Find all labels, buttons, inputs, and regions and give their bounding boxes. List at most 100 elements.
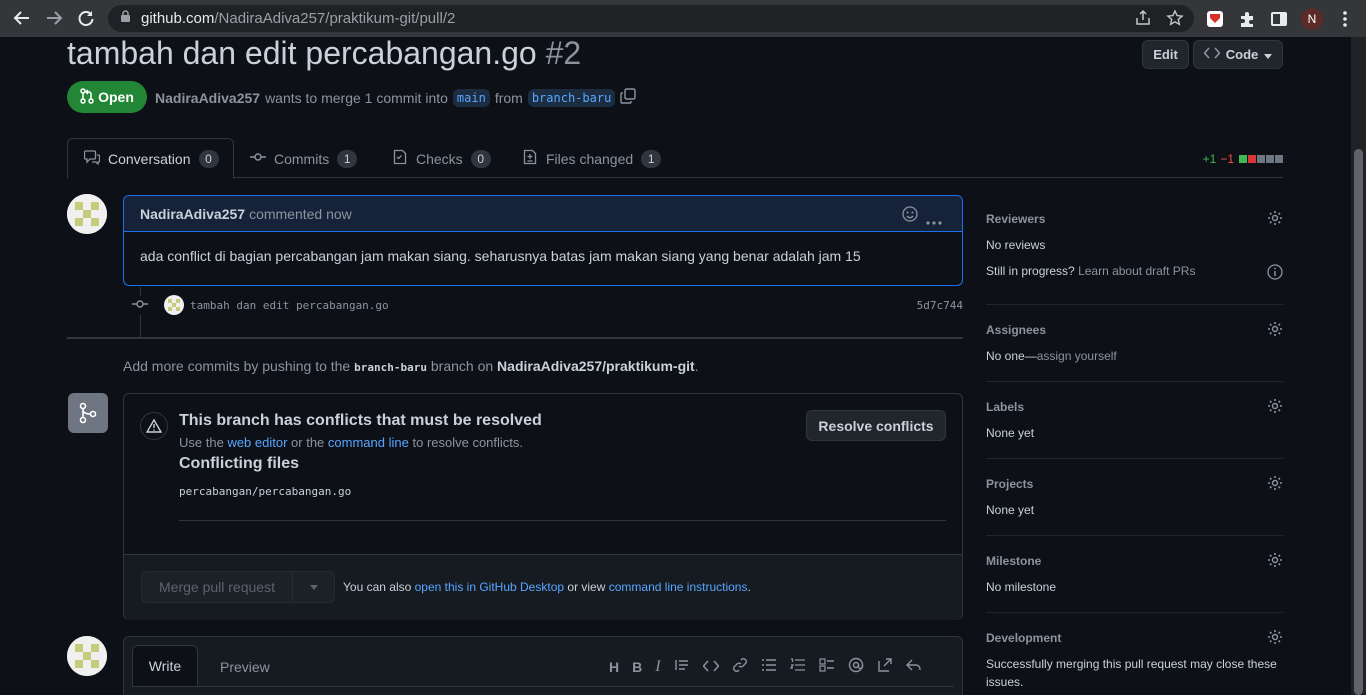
preview-tab[interactable]: Preview	[220, 659, 270, 675]
reply-icon[interactable]	[905, 658, 922, 675]
commit-sha[interactable]: 5d7c744	[917, 299, 963, 312]
pr-merge-text: wants to merge 1 commit into	[265, 89, 448, 106]
current-user-avatar[interactable]	[67, 636, 107, 676]
pr-state-badge: Open	[67, 81, 147, 113]
gear-icon[interactable]	[1267, 475, 1283, 496]
extensions-puzzle-icon[interactable]	[1235, 7, 1259, 31]
github-pr-page: tambah dan edit percabangan.go #2 Edit C…	[0, 37, 1351, 695]
merge-alternatives: You can also open this in GitHub Desktop…	[343, 580, 751, 594]
page-scrollbar[interactable]	[1351, 37, 1366, 695]
comment-header: NadiraAdiva257 commented now	[124, 196, 962, 232]
comment-composer: Write Preview H B I	[123, 636, 963, 695]
labels-value: None yet	[986, 426, 1035, 440]
merge-box: This branch has conflicts that must be r…	[123, 393, 963, 620]
url-path: /NadiraAdiva257/praktikum-git/pull/2	[214, 10, 456, 27]
pr-author-link[interactable]: NadiraAdiva257	[155, 90, 260, 106]
comment-author[interactable]: NadiraAdiva257	[140, 206, 245, 222]
unordered-list-icon[interactable]	[761, 658, 777, 675]
gear-icon[interactable]	[1267, 398, 1283, 419]
github-desktop-link[interactable]: open this in GitHub Desktop	[415, 580, 564, 594]
reviewers-title: Reviewers	[986, 212, 1046, 226]
address-bar[interactable]: github.com/NadiraAdiva257/praktikum-git/…	[108, 5, 1194, 32]
conflict-help-or: or the	[291, 435, 325, 450]
browser-menu-icon[interactable]	[1333, 7, 1357, 31]
gear-icon[interactable]	[1267, 552, 1283, 573]
edit-title-button[interactable]: Edit	[1142, 40, 1189, 69]
share-icon[interactable]	[1134, 9, 1152, 31]
merge-pull-request-button[interactable]: Merge pull request	[142, 572, 293, 602]
diffstat: +1 −1	[1203, 152, 1283, 166]
assign-yourself-link[interactable]: assign yourself	[1037, 349, 1117, 363]
caret-down-icon	[1264, 47, 1273, 62]
back-icon[interactable]	[6, 2, 38, 34]
side-panel-icon[interactable]	[1267, 7, 1291, 31]
web-editor-link[interactable]: web editor	[227, 435, 287, 450]
italic-icon[interactable]: I	[655, 658, 660, 676]
cli-instructions-link[interactable]: command line instructions	[609, 580, 748, 594]
merge-period: .	[747, 580, 751, 594]
development-title: Development	[986, 631, 1062, 645]
tab-conversation[interactable]: Conversation 0	[67, 138, 234, 179]
command-line-link[interactable]: command line	[328, 435, 409, 450]
url-host: github.com	[141, 10, 215, 27]
sidebar-reviewers: Reviewers No reviews Still in progress? …	[986, 210, 1283, 305]
kebab-horizontal-icon[interactable]	[926, 212, 942, 228]
smiley-icon[interactable]	[902, 206, 918, 225]
reload-icon[interactable]	[70, 2, 102, 34]
author-avatar[interactable]	[67, 194, 107, 234]
quote-icon[interactable]	[674, 658, 690, 675]
push-hint-suffix: .	[694, 358, 699, 374]
base-branch[interactable]: main	[452, 88, 490, 107]
conflicting-file: percabangan/percabangan.go	[179, 485, 352, 498]
task-list-icon[interactable]	[818, 658, 835, 675]
merge-also-text: You can also	[343, 580, 412, 594]
info-icon[interactable]	[1267, 264, 1283, 285]
push-hint-repo[interactable]: NadiraAdiva257/praktikum-git	[497, 358, 695, 374]
merge-status-icon	[68, 393, 108, 433]
resolve-conflicts-button[interactable]: Resolve conflicts	[806, 410, 946, 441]
profile-avatar[interactable]: N	[1300, 7, 1324, 31]
projects-title: Projects	[986, 477, 1034, 491]
draft-prs-link[interactable]: Learn about draft PRs	[1078, 264, 1195, 278]
conflicting-files-title: Conflicting files	[179, 455, 299, 472]
tab-files-changed[interactable]: Files changed 1	[522, 138, 662, 179]
scrollbar-thumb[interactable]	[1354, 149, 1363, 695]
merge-footer: Merge pull request You can also open thi…	[124, 554, 962, 620]
conflict-help-use: Use the	[179, 435, 224, 450]
milestone-title: Milestone	[986, 554, 1042, 568]
gear-icon[interactable]	[1267, 321, 1283, 342]
merge-or-view-text: or view	[567, 580, 606, 594]
bold-icon[interactable]: B	[632, 659, 642, 675]
merge-button-group: Merge pull request	[141, 571, 335, 603]
commit-message[interactable]: tambah dan edit percabangan.go	[190, 299, 389, 312]
tab-commits[interactable]: Commits 1	[250, 138, 358, 179]
extension-icon-red[interactable]	[1203, 7, 1227, 31]
tab-checks[interactable]: Checks 0	[392, 138, 491, 179]
mention-icon[interactable]	[848, 657, 864, 676]
link-icon[interactable]	[732, 657, 748, 676]
git-commit-icon	[130, 295, 150, 315]
ordered-list-icon[interactable]	[789, 658, 806, 675]
heading-icon[interactable]: H	[609, 659, 619, 675]
write-tab[interactable]: Write	[132, 645, 198, 687]
code-dropdown-button[interactable]: Code	[1193, 40, 1283, 69]
commit-author-avatar[interactable]	[164, 295, 184, 315]
merge-options-caret-icon[interactable]	[293, 572, 334, 602]
git-pull-request-icon	[80, 87, 94, 107]
code-icon[interactable]	[702, 659, 720, 675]
code-icon	[1203, 47, 1221, 62]
forward-icon[interactable]	[38, 2, 70, 34]
cross-reference-icon[interactable]	[877, 657, 893, 676]
sidebar-development: Development Successfully merging this pu…	[986, 629, 1283, 695]
assignees-value: No one—assign yourself	[986, 349, 1283, 363]
gear-icon[interactable]	[1267, 629, 1283, 650]
diffstat-removed: −1	[1220, 152, 1234, 166]
head-branch[interactable]: branch-baru	[527, 88, 616, 107]
pr-description-comment: NadiraAdiva257 commented now ada conflic…	[123, 195, 963, 286]
projects-value: None yet	[986, 503, 1035, 517]
gear-icon[interactable]	[1267, 210, 1283, 231]
copy-icon[interactable]	[620, 88, 637, 107]
alert-icon	[140, 412, 168, 440]
bookmark-star-icon[interactable]	[1166, 9, 1184, 31]
reviewers-value: No reviews	[986, 238, 1046, 252]
